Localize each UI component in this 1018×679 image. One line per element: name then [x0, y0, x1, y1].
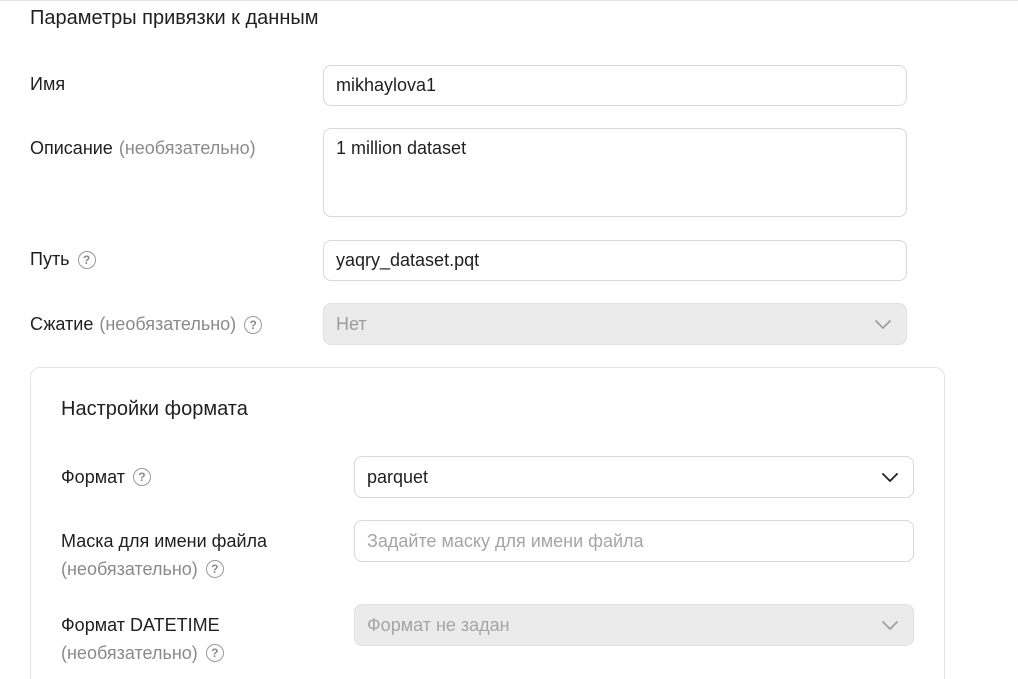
data-binding-params-page: Параметры привязки к данным Имя mikhaylo… — [0, 0, 1018, 679]
description-textarea[interactable]: 1 million dataset — [323, 128, 907, 217]
path-label: Путь ? — [30, 249, 96, 270]
file-mask-input[interactable]: Задайте маску для имени файла — [354, 520, 914, 562]
format-select[interactable]: parquet — [354, 456, 914, 498]
datetime-format-optional-text: (необязательно) — [61, 643, 198, 663]
datetime-format-select: Формат не задан — [354, 604, 914, 646]
format-label-text: Формат — [61, 467, 125, 487]
name-label-text: Имя — [30, 74, 66, 94]
description-label: Описание (необязательно) — [30, 138, 256, 159]
datetime-format-select-value: Формат не задан — [367, 614, 510, 635]
description-label-text: Описание — [30, 138, 113, 158]
section-title: Параметры привязки к данным — [30, 7, 319, 29]
question-circle-icon[interactable]: ? — [132, 468, 151, 486]
question-circle-icon[interactable]: ? — [205, 560, 224, 578]
file-mask-optional-text: (необязательно) — [61, 559, 198, 579]
format-settings-card: Настройки формата Формат ? parquet Маска… — [30, 367, 945, 679]
path-input[interactable]: yaqry_dataset.pqt — [323, 240, 907, 281]
question-circle-icon[interactable]: ? — [244, 315, 263, 334]
name-label: Имя — [30, 74, 65, 95]
compression-select: Нет — [323, 303, 907, 345]
datetime-format-label: Формат DATETIME (необязательно) ? — [61, 611, 224, 667]
compression-select-value: Нет — [336, 313, 367, 334]
compression-label: Сжатие (необязательно) ? — [30, 314, 263, 335]
format-label: Формат ? — [61, 463, 151, 491]
compression-label-text: Сжатие — [30, 314, 94, 334]
name-input[interactable]: mikhaylova1 — [323, 65, 907, 106]
file-mask-label: Маска для имени файла (необязательно) ? — [61, 527, 267, 583]
path-label-text: Путь — [30, 249, 70, 269]
question-circle-icon[interactable]: ? — [77, 250, 96, 269]
chevron-down-icon — [882, 621, 898, 630]
chevron-down-icon — [875, 320, 891, 329]
file-mask-label-text: Маска для имени файла — [61, 531, 268, 551]
description-optional-text: (необязательно) — [118, 138, 256, 158]
compression-optional-text: (необязательно) — [99, 314, 237, 334]
datetime-format-label-text: Формат DATETIME — [61, 615, 220, 635]
format-settings-title: Настройки формата — [61, 398, 248, 420]
chevron-down-icon — [882, 473, 898, 482]
format-select-value: parquet — [367, 466, 429, 487]
question-circle-icon[interactable]: ? — [205, 644, 224, 662]
